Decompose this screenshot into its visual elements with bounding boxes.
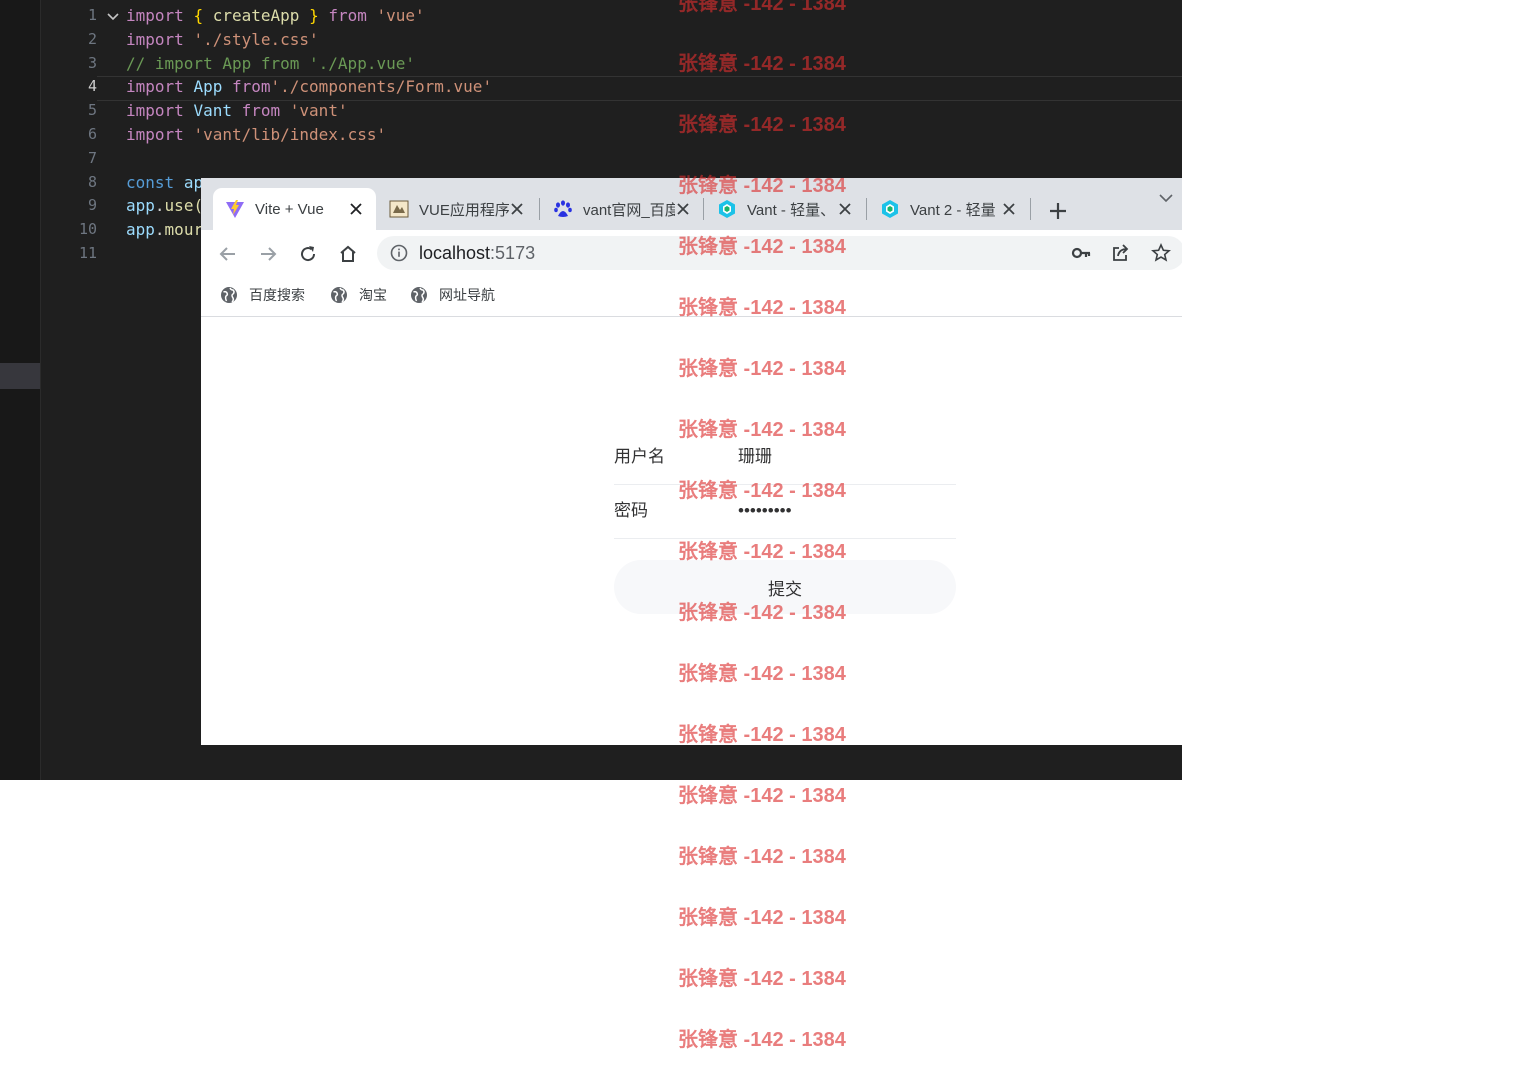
watermark-text: 张锋意 -142 - 1384 [678, 907, 846, 929]
globe-icon [331, 287, 347, 303]
back-button[interactable] [216, 242, 240, 266]
submit-button[interactable]: 提交 [614, 560, 956, 614]
code-line: import App from'./components/Form.vue' [126, 77, 493, 97]
tab-vant-light[interactable]: Vant - 轻量、 [705, 188, 865, 230]
home-button[interactable] [336, 242, 360, 266]
username-field[interactable]: 用户名 珊珊 [614, 430, 956, 485]
tab-separator [703, 198, 704, 220]
fold-chevron-icon[interactable] [106, 10, 120, 24]
tab-separator [1030, 198, 1031, 220]
address-bar[interactable]: localhost:5173 [377, 236, 1182, 270]
close-tab-icon[interactable] [675, 201, 691, 217]
key-icon[interactable] [1071, 243, 1091, 263]
url-host: localhost [419, 243, 491, 263]
vite-logo-icon [225, 199, 245, 219]
tab-vant2[interactable]: Vant 2 - 轻量 [868, 188, 1029, 230]
bookmark-taobao[interactable]: 淘宝 [330, 285, 387, 305]
password-label: 密码 [614, 501, 648, 520]
line-number: 1 [87, 6, 97, 24]
close-tab-icon[interactable] [837, 201, 853, 217]
line-number: 6 [87, 124, 97, 143]
close-tab-icon[interactable] [1001, 201, 1017, 217]
line-number: 9 [87, 196, 97, 215]
line-number: 11 [78, 243, 97, 262]
vant-logo-icon [717, 199, 737, 219]
username-input[interactable]: 珊珊 [738, 430, 772, 484]
line-number: 7 [87, 148, 97, 167]
watermark-text: 张锋意 -142 - 1384 [678, 968, 846, 990]
bookmark-label: 百度搜索 [249, 287, 305, 303]
new-tab-button[interactable] [1045, 198, 1071, 224]
tab-title: vant官网_百度 [583, 201, 675, 219]
baidu-paw-icon [553, 199, 573, 219]
line-number-gutter: 1 2 3 4 5 6 7 8 9 10 11 [41, 4, 97, 266]
bookmark-site-nav[interactable]: 网址导航 [410, 285, 495, 305]
line-number: 3 [87, 53, 97, 72]
reload-button[interactable] [296, 242, 320, 266]
tab-title: Vant 2 - 轻量 [910, 201, 996, 219]
code-line: import './style.css' [126, 29, 319, 49]
tab-separator [866, 198, 867, 220]
watermark-text: 张锋意 -142 - 1384 [678, 785, 846, 807]
watermark-text: 张锋意 -142 - 1384 [678, 1029, 846, 1051]
tab-separator [539, 198, 540, 220]
code-line: import { createApp } from 'vue' [126, 6, 425, 25]
line-number: 5 [87, 101, 97, 120]
bookmark-star-icon[interactable] [1151, 243, 1171, 263]
browser-toolbar: localhost:5173 [201, 230, 1182, 276]
password-input[interactable]: ••••••••• [738, 484, 792, 538]
tab-vue-app[interactable]: VUE应用程序 [377, 188, 537, 230]
line-number: 10 [78, 220, 97, 239]
browser-window: Vite + Vue VUE应用程序 vant官网_百度 Vant - 轻量、 … [201, 178, 1182, 745]
tab-title: Vant - 轻量、 [747, 201, 836, 219]
bookmark-label: 网址导航 [439, 287, 495, 303]
globe-icon [411, 287, 427, 303]
tab-vant-baidu[interactable]: vant官网_百度 [541, 188, 703, 230]
info-icon[interactable] [389, 243, 409, 263]
activity-bar [0, 0, 41, 780]
password-field[interactable]: 密码 ••••••••• [614, 484, 956, 539]
home-icon [340, 245, 356, 262]
plus-icon [1050, 203, 1066, 219]
share-icon[interactable] [1111, 243, 1131, 263]
scroll-marker [0, 363, 40, 389]
bookmark-baidu-search[interactable]: 百度搜索 [220, 285, 305, 305]
forward-button[interactable] [256, 242, 280, 266]
line-number-active: 4 [87, 77, 97, 96]
tab-title: VUE应用程序 [419, 201, 509, 219]
arrow-right-icon [261, 247, 277, 261]
tab-search-chevron-icon[interactable] [1158, 190, 1174, 206]
code-line: import Vant from 'vant' [126, 101, 348, 121]
url-port: :5173 [490, 243, 536, 263]
code-line: // import App from './App.vue' [126, 53, 415, 73]
line-number: 2 [87, 29, 97, 48]
page-content: 用户名 珊珊 密码 ••••••••• 提交 [201, 317, 1182, 745]
url-text: localhost:5173 [419, 236, 535, 270]
tab-strip: Vite + Vue VUE应用程序 vant官网_百度 Vant - 轻量、 … [201, 178, 1182, 230]
tab-title: Vite + Vue [255, 200, 324, 218]
document-icon [389, 199, 409, 219]
bookmark-label: 淘宝 [359, 287, 387, 303]
username-label: 用户名 [614, 447, 665, 466]
watermark-text: 张锋意 -142 - 1384 [678, 846, 846, 868]
vant-logo-icon [880, 199, 900, 219]
line-number: 8 [87, 172, 97, 191]
globe-icon [221, 287, 237, 303]
bookmarks-bar: 百度搜索 淘宝 网址导航 [201, 276, 1182, 317]
code-line: import 'vant/lib/index.css' [126, 124, 387, 144]
close-tab-icon[interactable] [509, 201, 525, 217]
arrow-left-icon [219, 247, 235, 261]
close-tab-icon[interactable] [348, 201, 364, 217]
reload-icon [301, 246, 316, 262]
tab-vite-vue[interactable]: Vite + Vue [213, 188, 376, 230]
